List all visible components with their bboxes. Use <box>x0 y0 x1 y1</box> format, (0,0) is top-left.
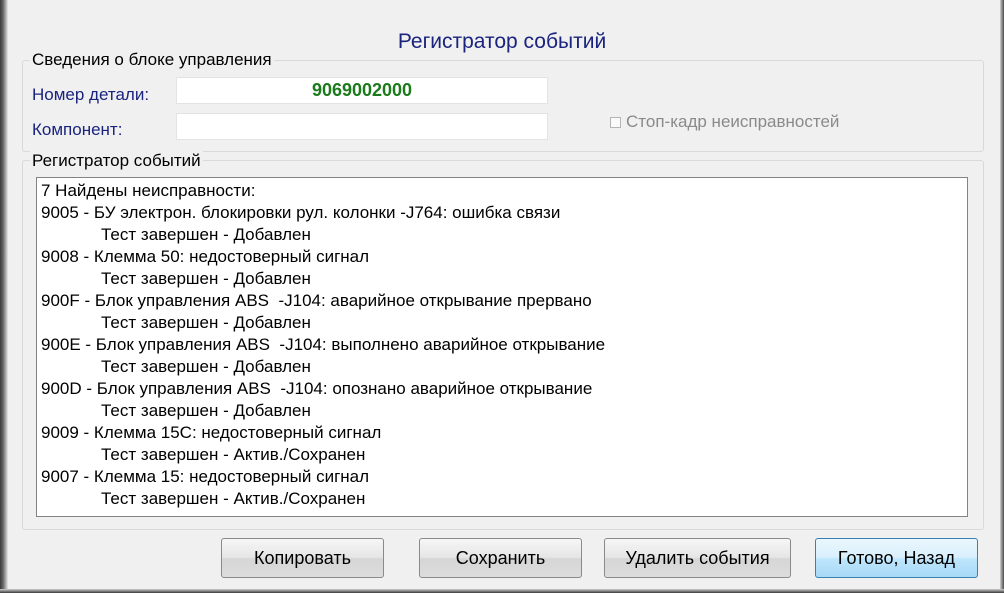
freeze-frame-label: Стоп-кадр неисправностей <box>626 112 840 131</box>
part-number-label: Номер детали: <box>32 85 150 104</box>
delete-events-button[interactable]: Удалить события <box>604 538 791 578</box>
event-log-legend: Регистратор событий <box>30 151 203 171</box>
window-left-edge <box>0 0 8 593</box>
event-log-line: 9005 - БУ электрон. блокировки рул. коло… <box>41 203 561 222</box>
part-number-field[interactable]: 9069002000 <box>176 77 548 104</box>
component-label: Компонент: <box>32 120 123 139</box>
freeze-frame-checkbox-row: Стоп-кадр неисправностей <box>610 112 839 132</box>
event-log-line: Тест завершен - Добавлен <box>101 357 311 376</box>
event-log-line: 9007 - Клемма 15: недостоверный сигнал <box>41 467 370 486</box>
component-field[interactable] <box>176 113 548 140</box>
event-log-line: 900D - Блок управления ABS -J104: опозна… <box>41 379 593 398</box>
event-log-line: Тест завершен - Добавлен <box>101 225 311 244</box>
event-log-line: Тест завершен - Добавлен <box>101 401 311 420</box>
event-recorder-dialog: Регистратор событий Сведения о блоке упр… <box>0 0 1004 593</box>
control-unit-info-legend: Сведения о блоке управления <box>30 50 274 70</box>
copy-button[interactable]: Копировать <box>221 538 384 578</box>
done-back-button[interactable]: Готово, Назад <box>815 538 978 578</box>
event-log-line: Тест завершен - Добавлен <box>101 269 311 288</box>
save-button[interactable]: Сохранить <box>419 538 582 578</box>
event-log-line: Тест завершен - Добавлен <box>101 313 311 332</box>
event-log-line: 900F - Блок управления ABS -J104: аварий… <box>41 291 592 310</box>
event-log-textbox[interactable]: 7 Найдены неисправности: 9005 - БУ электр… <box>36 177 968 517</box>
freeze-frame-checkbox[interactable] <box>610 116 621 128</box>
event-log-line: 9009 - Клемма 15С: недостоверный сигнал <box>41 423 382 442</box>
window-bottom-edge <box>0 589 1004 593</box>
event-log-line: Тест завершен - Актив./Сохранен <box>101 445 366 464</box>
event-log-line: 900E - Блок управления ABS -J104: выполн… <box>41 335 606 354</box>
event-log-line: Тест завершен - Актив./Сохранен <box>101 489 366 508</box>
event-log-line: 7 Найдены неисправности: <box>41 181 256 200</box>
event-log-line: 9008 - Клемма 50: недостоверный сигнал <box>41 247 370 266</box>
window-right-edge <box>1000 0 1004 593</box>
